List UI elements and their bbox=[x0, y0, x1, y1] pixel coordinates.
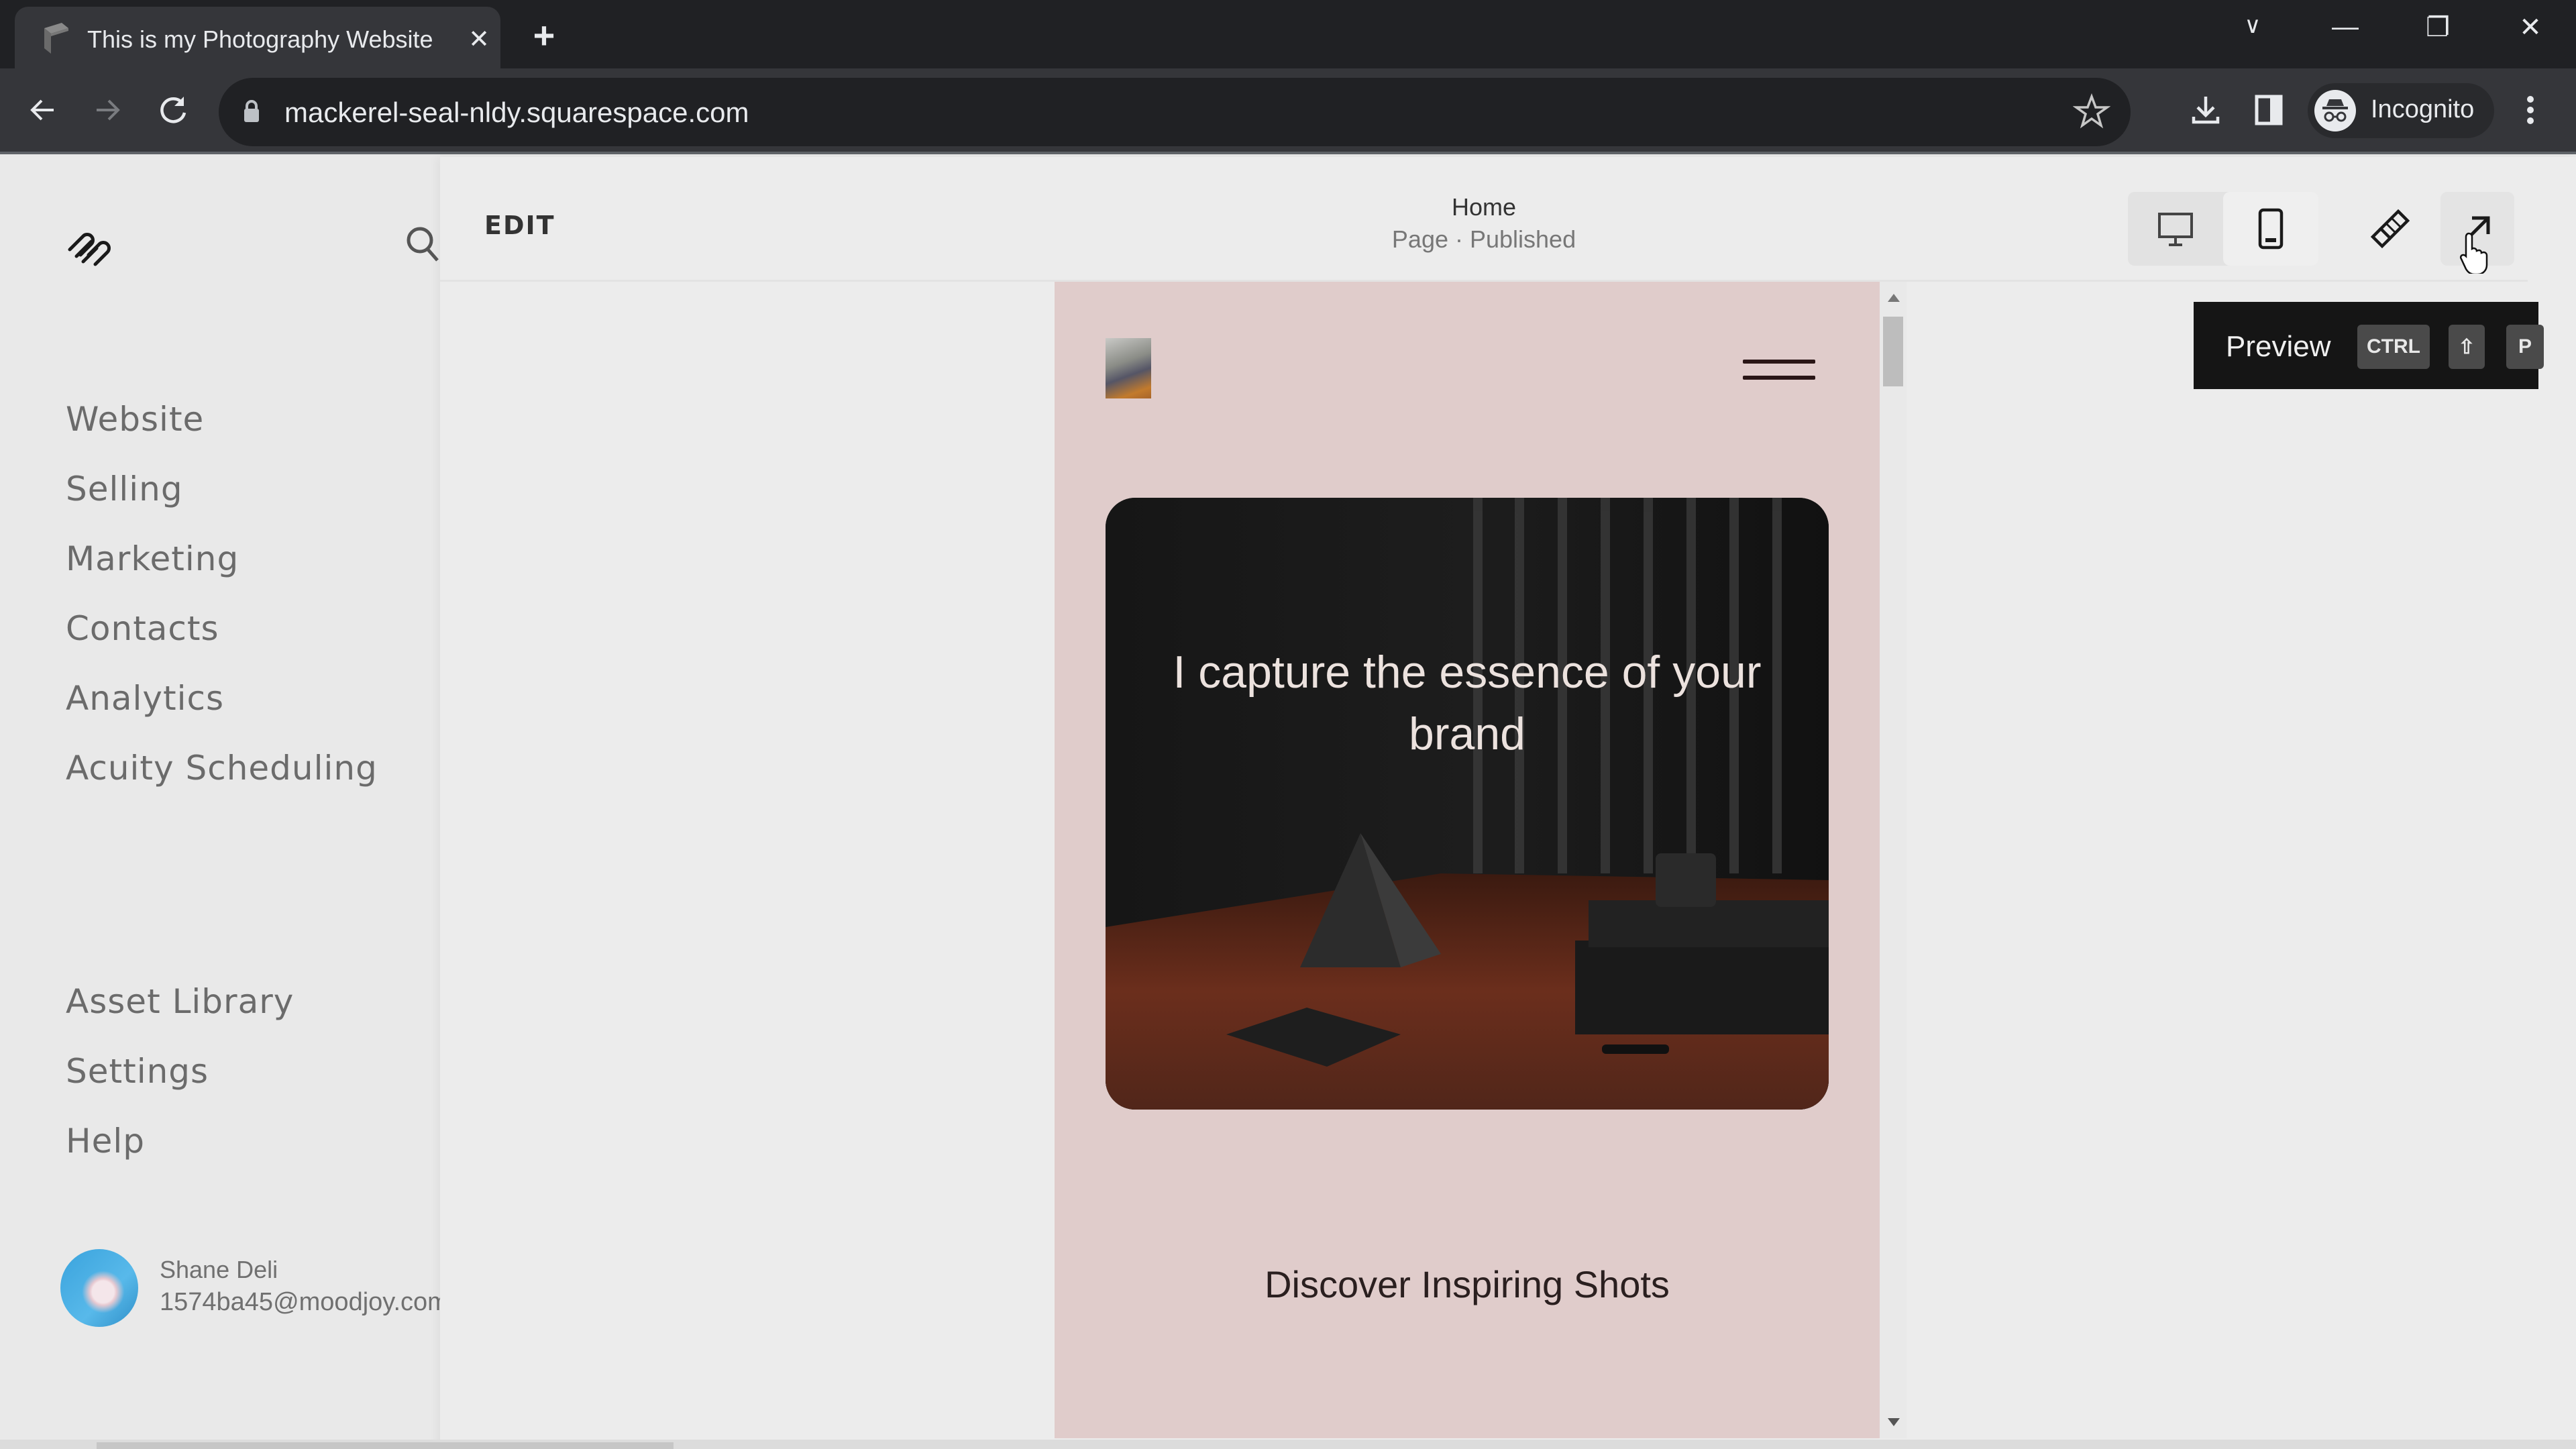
reload-icon bbox=[160, 97, 186, 123]
hero-photo-still-life bbox=[1106, 498, 1829, 1110]
paintbrush-icon bbox=[2370, 209, 2410, 249]
browser-menu-icon[interactable] bbox=[2517, 89, 2544, 131]
horizontal-scrollbar-thumb[interactable] bbox=[97, 1442, 674, 1449]
reload-button[interactable] bbox=[152, 89, 195, 131]
hamburger-menu-icon[interactable] bbox=[1743, 356, 1815, 385]
user-name[interactable]: Shane Deli bbox=[160, 1256, 278, 1284]
device-view-toggle bbox=[2128, 192, 2318, 266]
desktop-view-button[interactable] bbox=[2128, 192, 2223, 266]
tab-search-icon[interactable]: ∨ bbox=[2233, 12, 2273, 39]
restore-icon[interactable]: ❐ bbox=[2418, 12, 2458, 43]
minimize-icon[interactable]: — bbox=[2325, 12, 2365, 42]
incognito-icon bbox=[2314, 90, 2356, 131]
address-bar[interactable]: mackerel-seal-nldy.squarespace.com bbox=[219, 78, 2131, 146]
downloads-button[interactable] bbox=[2184, 89, 2227, 131]
hero-image[interactable]: I capture the essence of your brand bbox=[1106, 498, 1829, 1110]
browser-tab[interactable]: This is my Photography Website ✕ bbox=[15, 7, 500, 68]
shortcut-key-shift: ⇧ bbox=[2449, 325, 2485, 369]
edit-button[interactable]: EDIT bbox=[484, 211, 555, 240]
scrollbar-thumb[interactable] bbox=[1883, 317, 1903, 386]
back-button[interactable] bbox=[21, 89, 64, 131]
side-panel-button[interactable] bbox=[2247, 89, 2290, 131]
bookmark-star-icon[interactable] bbox=[2073, 93, 2110, 130]
page-status: Page · Published bbox=[1391, 225, 1576, 253]
search-icon[interactable] bbox=[405, 225, 440, 263]
site-logo-image[interactable] bbox=[1106, 338, 1151, 398]
incognito-profile-button[interactable]: Incognito bbox=[2308, 83, 2494, 138]
mobile-icon bbox=[2258, 208, 2284, 250]
sidebar: Website Selling Marketing Contacts Analy… bbox=[0, 157, 449, 1449]
lock-icon bbox=[244, 100, 259, 122]
site-preview-frame[interactable]: I capture the essence of your brand Disc… bbox=[1055, 282, 1880, 1438]
sidebar-item-contacts[interactable]: Contacts bbox=[66, 609, 219, 648]
preview-scrollbar[interactable] bbox=[1880, 282, 1907, 1438]
side-panel-icon bbox=[2255, 95, 2283, 125]
sidebar-item-acuity-scheduling[interactable]: Acuity Scheduling bbox=[66, 749, 378, 788]
arrow-left-icon bbox=[30, 99, 54, 121]
scroll-down-arrow-icon[interactable] bbox=[1888, 1418, 1900, 1426]
arrow-right-icon bbox=[97, 99, 120, 121]
shortcut-key-ctrl: CTRL bbox=[2357, 325, 2430, 369]
download-icon bbox=[2192, 97, 2220, 124]
squarespace-app: Website Selling Marketing Contacts Analy… bbox=[0, 157, 2576, 1449]
mobile-view-button[interactable] bbox=[2223, 192, 2318, 266]
tab-title: This is my Photography Website bbox=[87, 25, 433, 53]
forward-button[interactable] bbox=[86, 89, 129, 131]
incognito-label: Incognito bbox=[2371, 95, 2475, 123]
squarespace-logo-icon[interactable] bbox=[66, 224, 114, 267]
sidebar-item-settings[interactable]: Settings bbox=[66, 1052, 209, 1091]
new-tab-button[interactable]: + bbox=[526, 13, 562, 57]
window-close-icon[interactable]: ✕ bbox=[2510, 12, 2551, 43]
editor-header: EDIT Home Page · Published bbox=[440, 157, 2528, 282]
sidebar-item-website[interactable]: Website bbox=[66, 400, 204, 439]
sidebar-item-analytics[interactable]: Analytics bbox=[66, 679, 224, 718]
preview-tooltip: Preview CTRL ⇧ P bbox=[2194, 302, 2544, 389]
scroll-up-arrow-icon[interactable] bbox=[1888, 294, 1900, 302]
section-heading[interactable]: Discover Inspiring Shots bbox=[1055, 1263, 1880, 1306]
page-title: Home bbox=[1451, 193, 1517, 221]
browser-toolbar: mackerel-seal-nldy.squarespace.com Incog… bbox=[0, 68, 2576, 154]
hero-heading[interactable]: I capture the essence of your brand bbox=[1106, 641, 1829, 765]
editor-panel: EDIT Home Page · Published Preview CTRL bbox=[440, 157, 2576, 1449]
user-avatar[interactable] bbox=[60, 1249, 138, 1327]
sidebar-item-marketing[interactable]: Marketing bbox=[66, 539, 239, 578]
hand-cursor-icon bbox=[2459, 232, 2488, 274]
shortcut-key-p: P bbox=[2506, 325, 2544, 369]
close-tab-icon[interactable]: ✕ bbox=[466, 24, 492, 54]
desktop-icon bbox=[2158, 213, 2193, 246]
sidebar-item-selling[interactable]: Selling bbox=[66, 470, 183, 508]
sidebar-item-help[interactable]: Help bbox=[66, 1122, 145, 1161]
site-styles-button[interactable] bbox=[2353, 192, 2427, 266]
browser-tab-strip: This is my Photography Website ✕ + ∨ — ❐… bbox=[0, 0, 2576, 68]
url-text[interactable]: mackerel-seal-nldy.squarespace.com bbox=[284, 97, 749, 129]
tooltip-label: Preview bbox=[2226, 330, 2331, 363]
sidebar-item-asset-library[interactable]: Asset Library bbox=[66, 982, 294, 1021]
user-email: 1574ba45@moodjoy.com bbox=[160, 1288, 449, 1316]
squarespace-favicon-icon bbox=[44, 23, 68, 54]
